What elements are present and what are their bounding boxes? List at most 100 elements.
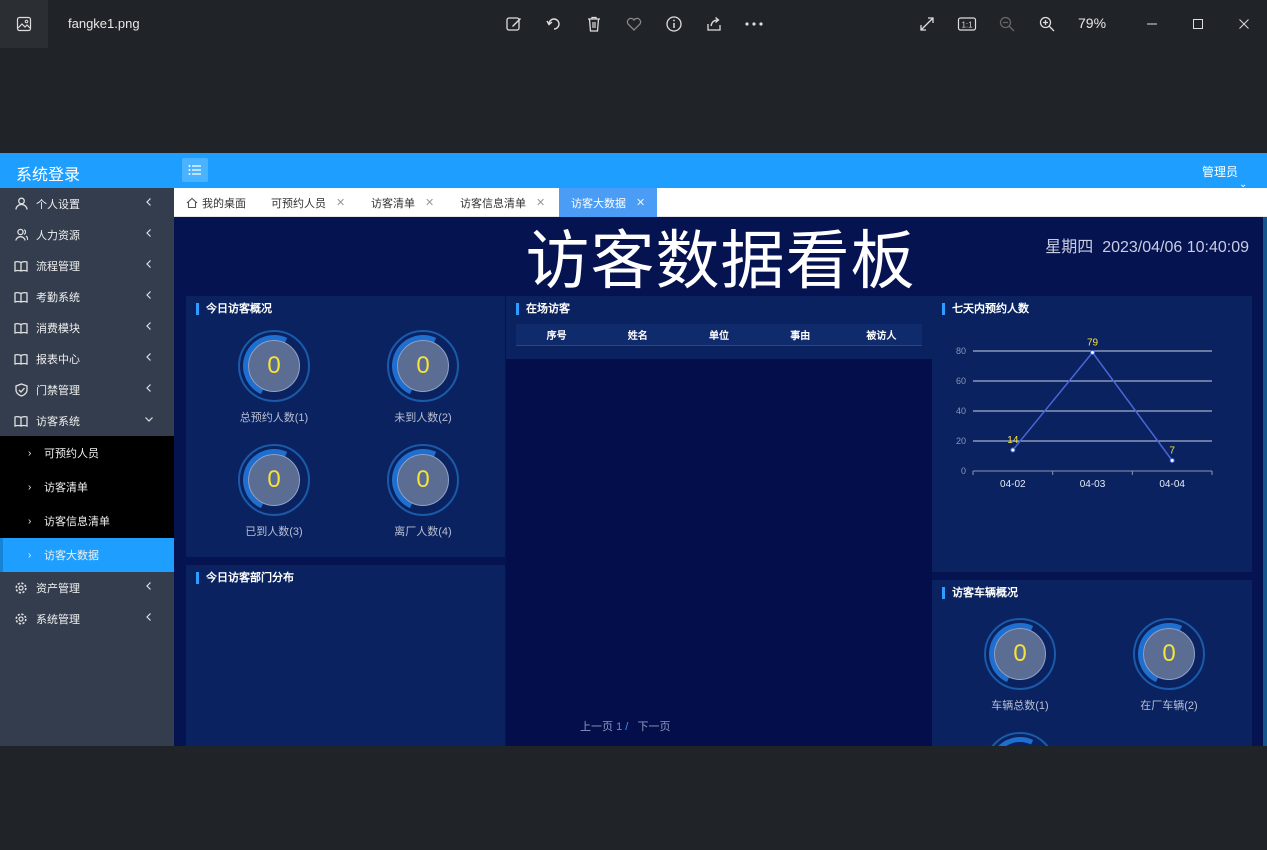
gauge-partial (980, 728, 1060, 746)
sidebar-item-access-control[interactable]: 门禁管理 (0, 374, 174, 405)
sidebar-item-consumption[interactable]: 消费模块 (0, 312, 174, 343)
close-icon[interactable]: ✕ (425, 196, 434, 209)
dashboard-clock: 星期四 2023/04/06 10:40:09 (1045, 233, 1249, 257)
gear-icon (14, 612, 28, 626)
gauge-arrived: 0 已到人数(3) (234, 440, 314, 554)
close-icon[interactable] (1232, 12, 1256, 36)
tab-label: 访客清单 (371, 197, 415, 210)
y-tick-label: 60 (956, 376, 966, 386)
tab-label: 访客大数据 (571, 197, 626, 210)
tab-home[interactable]: 我的桌面 (186, 188, 246, 217)
next-page-link[interactable]: 下一页 (637, 721, 670, 733)
gauge-not-arrived: 0 未到人数(2) (383, 326, 463, 440)
sidebar-subitem-visitor-bigdata[interactable]: › 访客大数据 (0, 538, 174, 572)
datetime: 2023/04/06 10:40:09 (1102, 239, 1249, 256)
gauge-label: 已到人数(3) (245, 526, 303, 538)
shield-icon (14, 382, 28, 397)
minimize-icon[interactable] (1140, 12, 1164, 36)
sidebar-item-hr[interactable]: 人力资源 (0, 219, 174, 250)
menu-toggle-button[interactable] (182, 158, 208, 182)
actual-size-icon[interactable]: 1:1 (955, 12, 979, 36)
sidebar-item-personal[interactable]: 个人设置 (0, 188, 174, 219)
sidebar-item-label: 消费模块 (36, 322, 80, 335)
gauge-value: 0 (397, 340, 449, 392)
viewer-background (0, 746, 1267, 850)
sidebar-item-label: 个人设置 (36, 198, 80, 211)
x-tick-label: 04-03 (1080, 479, 1106, 490)
tab-visitor-list[interactable]: 访客清单 ✕ (371, 188, 434, 217)
gauge-total-booked: 0 总预约人数(1) (234, 326, 314, 440)
sidebar-subitem-label: 访客信息清单 (44, 516, 110, 528)
series-line (1012, 351, 1173, 461)
sidebar-item-system[interactable]: 系统管理 (0, 603, 174, 634)
close-icon[interactable]: ✕ (636, 196, 645, 209)
column-header: 事由 (790, 331, 811, 342)
chevron-left-icon (146, 582, 151, 590)
web-app: 系统登录 管理员 ⌄ 个人设置 人力资源 流程管理 考勤系统 消费模块 报表中心… (0, 153, 1267, 746)
data-point (1010, 447, 1016, 453)
line-chart: 0 20 40 60 80 04-02 04-03 04-04 14 79 7 (956, 338, 1213, 490)
tab-label: 我的桌面 (202, 197, 246, 210)
chevron-left-icon (146, 384, 151, 392)
sidebar-subitem-bookable[interactable]: › 可预约人员 (0, 436, 174, 470)
data-point (1090, 350, 1095, 355)
zoom-out-icon[interactable] (995, 12, 1019, 36)
sidebar-item-attendance[interactable]: 考勤系统 (0, 281, 174, 312)
home-icon (186, 197, 198, 208)
chevron-right-icon: › (28, 516, 32, 527)
tab-bar: 我的桌面 可预约人员 ✕ 访客清单 ✕ 访客信息清单 ✕ 访客大数据 ✕ (174, 188, 1267, 217)
zoom-in-icon[interactable] (1035, 12, 1059, 36)
page-indicator: 1 / (616, 721, 629, 733)
favorite-icon[interactable] (622, 12, 646, 36)
panel-title: 访客车辆概况 (942, 587, 1018, 599)
sidebar-subitem-visitor-info-list[interactable]: › 访客信息清单 (0, 504, 174, 538)
today-overview-panel: 今日访客概况 0 总预约人数(1) 0 未到人数(2) 0 已到人数(3) 0 … (186, 296, 505, 557)
maximize-icon[interactable] (1186, 12, 1210, 36)
chevron-left-icon (146, 198, 151, 206)
sidebar-item-assets[interactable]: 资产管理 (0, 572, 174, 603)
column-header: 姓名 (627, 331, 648, 342)
panel-title: 今日访客部门分布 (196, 572, 294, 584)
column-header: 单位 (709, 331, 729, 342)
delete-icon[interactable] (582, 12, 606, 36)
tab-visitor-bigdata[interactable]: 访客大数据 ✕ (559, 188, 658, 217)
tab-bookable[interactable]: 可预约人员 ✕ (271, 188, 345, 217)
more-icon[interactable] (742, 12, 766, 36)
sidebar-subitem-visitor-list[interactable]: › 访客清单 (0, 470, 174, 504)
edit-icon[interactable] (502, 12, 526, 36)
x-tick-label: 04-02 (1000, 479, 1026, 490)
sidebar-item-label: 考勤系统 (36, 291, 80, 304)
gear-icon (14, 581, 28, 595)
sidebar-item-visitor-system[interactable]: 访客系统 (0, 405, 174, 436)
prev-page-link[interactable]: 上一页 (580, 721, 613, 733)
rotate-icon[interactable] (542, 12, 566, 36)
weekday: 星期四 (1045, 239, 1094, 256)
scrollbar[interactable] (1263, 217, 1267, 746)
sidebar-subitem-label: 可预约人员 (44, 448, 99, 460)
user-menu[interactable]: 管理员 (1202, 163, 1238, 180)
fullscreen-icon[interactable] (915, 12, 939, 36)
sidebar-subitem-label: 访客大数据 (44, 550, 99, 562)
sidebar-item-reports[interactable]: 报表中心 (0, 343, 174, 374)
data-label: 7 (1169, 446, 1175, 457)
sidebar-item-workflow[interactable]: 流程管理 (0, 250, 174, 281)
chevron-left-icon (146, 613, 151, 621)
gauge-value: 0 (397, 454, 449, 506)
users-icon (14, 228, 28, 242)
chevron-left-icon (146, 353, 151, 361)
gauge-value: 0 (1143, 628, 1195, 680)
book-icon (14, 321, 28, 335)
app-brand: 系统登录 (16, 167, 81, 184)
chevron-left-icon (146, 291, 151, 299)
tab-visitor-info-list[interactable]: 访客信息清单 ✕ (460, 188, 545, 217)
list-icon (188, 165, 201, 175)
gauge-label: 未到人数(2) (394, 412, 452, 424)
y-tick-label: 20 (956, 436, 966, 446)
info-icon[interactable] (662, 12, 686, 36)
sidebar-item-label: 门禁管理 (36, 384, 80, 397)
data-label: 79 (1087, 338, 1099, 349)
close-icon[interactable]: ✕ (536, 196, 545, 209)
share-icon[interactable] (702, 12, 726, 36)
gauge-vehicles-onsite: 0 在厂车辆(2) (1129, 614, 1209, 728)
close-icon[interactable]: ✕ (336, 196, 345, 209)
